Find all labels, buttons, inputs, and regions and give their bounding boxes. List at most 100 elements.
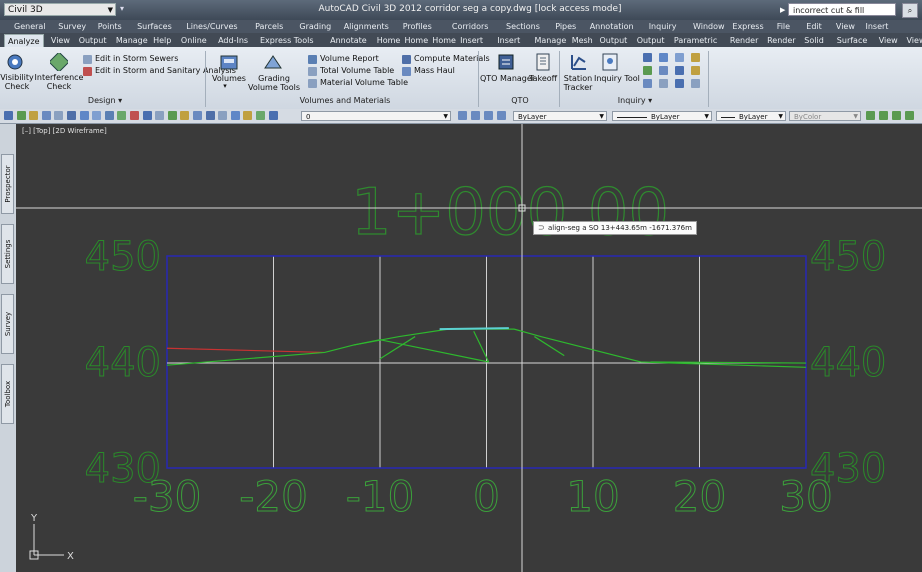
ribbon-tab[interactable]: Insert xyxy=(460,34,483,47)
layer-tool-icon[interactable] xyxy=(484,111,493,120)
menu-tab[interactable]: Grading xyxy=(299,20,331,33)
menu-tab[interactable]: Annotation xyxy=(590,20,634,33)
ribbon-tab[interactable]: Render xyxy=(730,34,758,47)
ribbon-tab[interactable]: Output xyxy=(600,34,628,47)
menu-tab[interactable]: Inquiry xyxy=(649,20,677,33)
toolbar-tool-icon[interactable] xyxy=(167,111,177,120)
inquiry-small-icon[interactable] xyxy=(675,53,684,62)
menu-tab[interactable]: Alignments xyxy=(344,20,389,33)
ribbon-tab[interactable]: Insert xyxy=(497,34,520,47)
quick-access-arrow-icon[interactable]: ▾ xyxy=(120,4,124,13)
mass-haul-button[interactable]: Mass Haul xyxy=(414,66,455,75)
ribbon-tab[interactable]: Add-Ins xyxy=(218,34,248,47)
ribbon-tab[interactable]: Express Tools xyxy=(260,34,314,47)
ribbon-tab[interactable]: Surface xyxy=(837,34,867,47)
ribbon-tab[interactable]: Annotate xyxy=(330,34,367,47)
inquiry-small-icon[interactable] xyxy=(691,66,700,75)
visibility-check-button[interactable]: Visibility Check xyxy=(0,73,34,91)
toolbar-tool-icon[interactable] xyxy=(117,111,127,120)
palette-tab-settings[interactable]: Settings xyxy=(1,224,14,284)
toolbar-tool-icon[interactable] xyxy=(92,111,102,120)
interference-check-button[interactable]: Interference Check xyxy=(34,73,84,91)
menu-tab[interactable]: File xyxy=(777,20,790,33)
ribbon-tab[interactable]: Online xyxy=(181,34,207,47)
binoculars-icon[interactable]: ⌕ xyxy=(902,3,918,18)
menu-tab[interactable]: Lines/Curves xyxy=(186,20,237,33)
volumes-dropdown-arrow[interactable]: ▾ xyxy=(220,82,230,90)
menu-tab[interactable]: Pipes xyxy=(555,20,576,33)
menu-tab[interactable]: Parcels xyxy=(255,20,283,33)
toolbar-tool-icon[interactable] xyxy=(256,111,265,120)
qto-manager-button[interactable]: QTO Manager xyxy=(480,74,535,83)
menu-tab[interactable]: Profiles xyxy=(403,20,432,33)
ribbon-tab[interactable]: Analyze xyxy=(4,34,44,48)
toolbar-tool-icon[interactable] xyxy=(104,111,114,120)
menu-tab[interactable]: Express xyxy=(732,20,763,33)
menu-tab[interactable]: Edit xyxy=(806,20,822,33)
material-volume-table-button[interactable]: Material Volume Table xyxy=(320,78,408,87)
palette-tab-toolbox[interactable]: Toolbox xyxy=(1,364,14,424)
station-tracker-icon[interactable] xyxy=(569,52,589,72)
properties-tool-icon[interactable] xyxy=(866,111,875,120)
ribbon-tab[interactable]: View xyxy=(51,34,70,47)
inquiry-small-icon[interactable] xyxy=(659,66,668,75)
drawing-viewport[interactable]: 1+000.00 450 450 440 440 430 430 -30 -20 -10 0 10 20… xyxy=(16,124,922,572)
total-volume-table-button[interactable]: Total Volume Table xyxy=(320,66,394,75)
menu-tab[interactable]: Surfaces xyxy=(137,20,172,33)
qto-manager-icon[interactable] xyxy=(496,52,516,72)
ribbon-tab[interactable]: View xyxy=(879,34,898,47)
palette-tab-prospector[interactable]: Prospector xyxy=(1,154,14,214)
design-panel-title[interactable]: Design ▾ xyxy=(70,96,140,105)
menu-tab[interactable]: Insert xyxy=(866,20,889,33)
viewport-controls-label[interactable]: [–] [Top] [2D Wireframe] xyxy=(22,127,107,135)
layer-tool-icon[interactable] xyxy=(458,111,467,120)
properties-tool-icon[interactable] xyxy=(892,111,901,120)
toolbar-tool-icon[interactable] xyxy=(268,111,278,120)
volumes-icon[interactable] xyxy=(219,52,239,72)
ribbon-tab[interactable]: Parametric xyxy=(674,34,717,47)
toolbar-tool-icon[interactable] xyxy=(218,111,228,120)
inquiry-small-icon[interactable] xyxy=(643,66,652,75)
takeoff-icon[interactable] xyxy=(533,52,553,72)
inquiry-tool-icon[interactable] xyxy=(600,52,620,72)
inquiry-small-icon[interactable] xyxy=(659,79,668,88)
toolbar-tool-icon[interactable] xyxy=(155,111,165,120)
toolbar-tool-icon[interactable] xyxy=(180,111,190,120)
inquiry-small-icon[interactable] xyxy=(675,79,684,88)
grading-volume-tools-icon[interactable] xyxy=(263,52,283,72)
edit-storm-sewers-button[interactable]: Edit in Storm Sewers xyxy=(95,54,178,63)
ribbon-tab[interactable]: Render xyxy=(767,34,795,47)
inquiry-small-icon[interactable] xyxy=(643,53,652,62)
plotstyle-dropdown[interactable]: ByColor ▼ xyxy=(789,111,861,121)
toolbar-tool-icon[interactable] xyxy=(54,111,64,120)
volume-report-button[interactable]: Volume Report xyxy=(320,54,379,63)
layer-tool-icon[interactable] xyxy=(471,111,480,120)
grading-volume-tools-button[interactable]: Grading Volume Tools xyxy=(248,74,300,92)
toolbar-tool-icon[interactable] xyxy=(41,111,51,120)
visibility-check-icon[interactable] xyxy=(6,53,24,71)
toolbar-tool-icon[interactable] xyxy=(243,111,253,120)
menu-tab[interactable]: Sections xyxy=(506,20,540,33)
toolbar-tool-icon[interactable] xyxy=(79,111,89,120)
ribbon-tab[interactable]: Home xyxy=(377,34,401,47)
toolbar-tool-icon[interactable] xyxy=(205,111,215,120)
layer-tool-icon[interactable] xyxy=(497,111,506,120)
lineweight-dropdown[interactable]: ByLayer ▼ xyxy=(716,111,786,121)
layer-dropdown[interactable]: 0 ▼ xyxy=(301,111,451,121)
menu-tab[interactable]: Survey xyxy=(58,20,86,33)
interference-check-icon[interactable] xyxy=(50,53,68,71)
ribbon-tab[interactable]: View xyxy=(907,34,922,47)
ribbon-tab[interactable]: Manage xyxy=(535,34,567,47)
properties-tool-icon[interactable] xyxy=(905,111,914,120)
menu-tab[interactable]: View xyxy=(836,20,855,33)
toolbar-tool-icon[interactable] xyxy=(230,111,240,120)
properties-tool-icon[interactable] xyxy=(879,111,888,120)
toolbar-tool-icon[interactable] xyxy=(193,111,202,120)
inquiry-small-icon[interactable] xyxy=(691,53,700,62)
ribbon-tab[interactable]: Home xyxy=(405,34,429,47)
toolbar-tool-icon[interactable] xyxy=(4,111,13,120)
ribbon-tab[interactable]: Manage xyxy=(116,34,148,47)
ribbon-tab[interactable]: Help xyxy=(153,34,171,47)
toolbar-tool-icon[interactable] xyxy=(29,111,39,120)
workspace-dropdown[interactable]: Civil 3D ▼ xyxy=(4,3,116,16)
